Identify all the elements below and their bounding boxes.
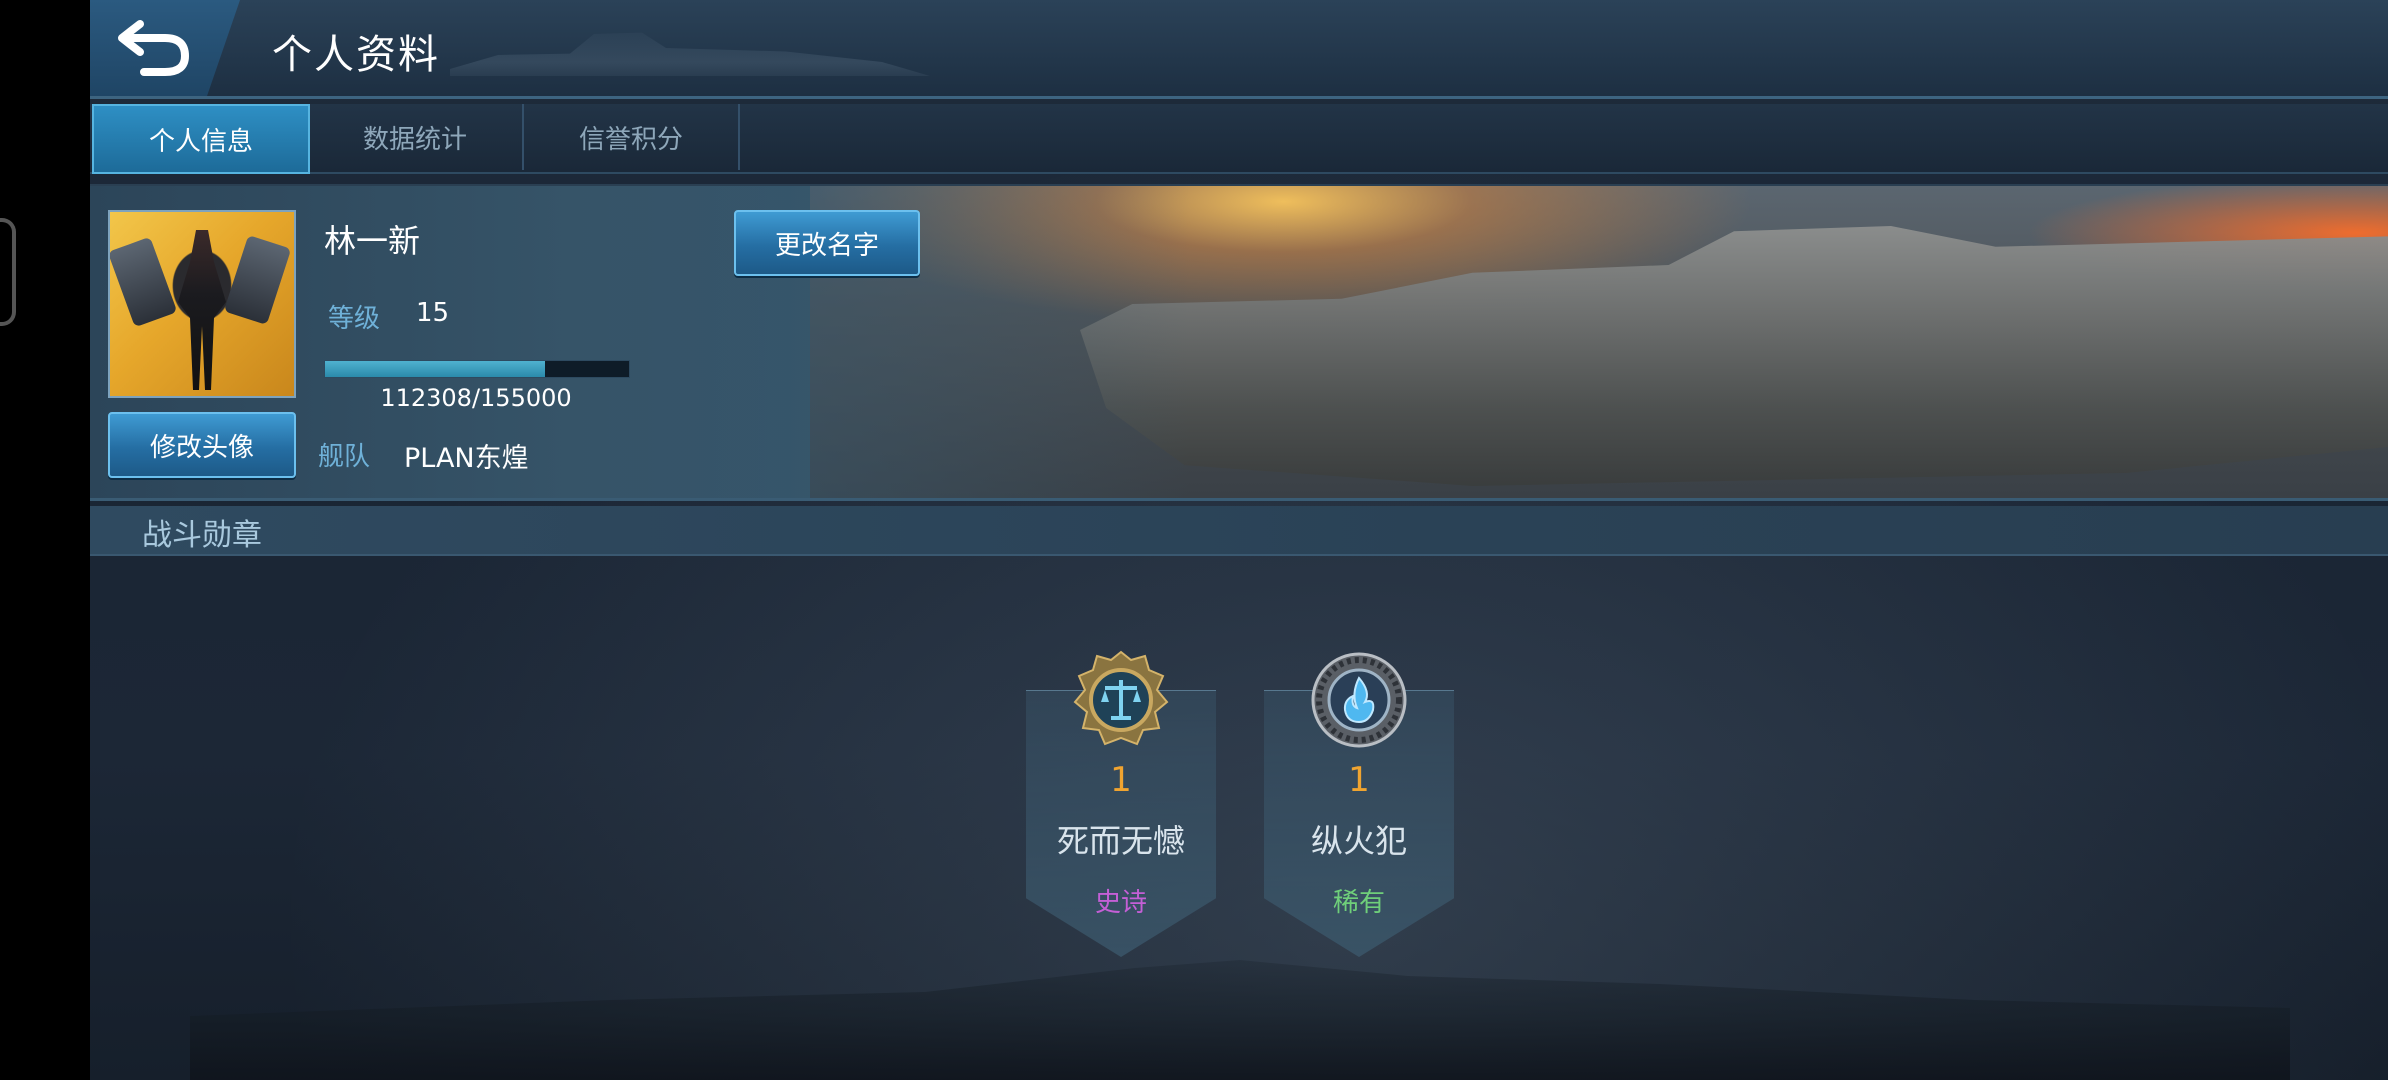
medal-rarity: 史诗: [1094, 888, 1147, 918]
medal-section-header: 战斗勋章: [90, 506, 2388, 556]
medal-card[interactable]: 1 死而无憾 史诗: [1026, 650, 1216, 960]
player-name: 林一新: [324, 222, 421, 260]
medal-section-title: 战斗勋章: [142, 518, 262, 553]
tab-personal-info[interactable]: 个人信息: [92, 104, 310, 174]
page-title: 个人资料: [272, 32, 440, 78]
header-bar: 个人资料: [90, 0, 2388, 99]
flame-medal-icon: [1311, 652, 1407, 748]
scales-medal-icon: [1073, 650, 1169, 746]
fleet-label: 舰队: [318, 442, 371, 472]
medal-count: 1: [1110, 760, 1132, 800]
profile-screen: 个人资料 个人信息 数据统计 信誉积分 修改头像 林一新 更改名字 等级 15 …: [90, 0, 2388, 1080]
medal-count: 1: [1348, 760, 1370, 800]
tab-statistics[interactable]: 数据统计: [308, 104, 524, 170]
change-avatar-button[interactable]: 修改头像: [108, 412, 296, 478]
level-value: 15: [416, 298, 450, 328]
header-ship-silhouette: [450, 32, 930, 76]
avatar: [108, 210, 296, 398]
xp-progress-fill: [325, 361, 546, 377]
avatar-rigging-right: [223, 235, 292, 325]
tab-reputation[interactable]: 信誉积分: [524, 104, 740, 170]
left-edge-bracket: [0, 218, 16, 326]
avatar-character: [178, 230, 226, 390]
medal-card[interactable]: 1 纵火犯 稀有: [1264, 650, 1454, 960]
xp-text: 112308/155000: [380, 384, 572, 412]
level-label: 等级: [328, 304, 381, 334]
xp-progress-bar: [324, 360, 630, 378]
left-black-strip: [0, 0, 90, 1080]
tab-bar: 个人信息 数据统计 信誉积分: [90, 104, 2388, 174]
profile-banner: 修改头像 林一新 更改名字 等级 15 112308/155000 舰队 PLA…: [90, 184, 2388, 501]
fleet-value: PLAN东煌: [404, 443, 529, 474]
medal-name: 纵火犯: [1310, 822, 1407, 860]
medal-name: 死而无憾: [1056, 822, 1185, 860]
back-button[interactable]: [110, 12, 200, 82]
rename-button[interactable]: 更改名字: [734, 210, 920, 276]
medal-rarity: 稀有: [1332, 888, 1385, 918]
background-ship-silhouette: [190, 960, 2290, 1080]
back-arrow-icon: [118, 20, 190, 76]
avatar-rigging-left: [110, 236, 178, 328]
